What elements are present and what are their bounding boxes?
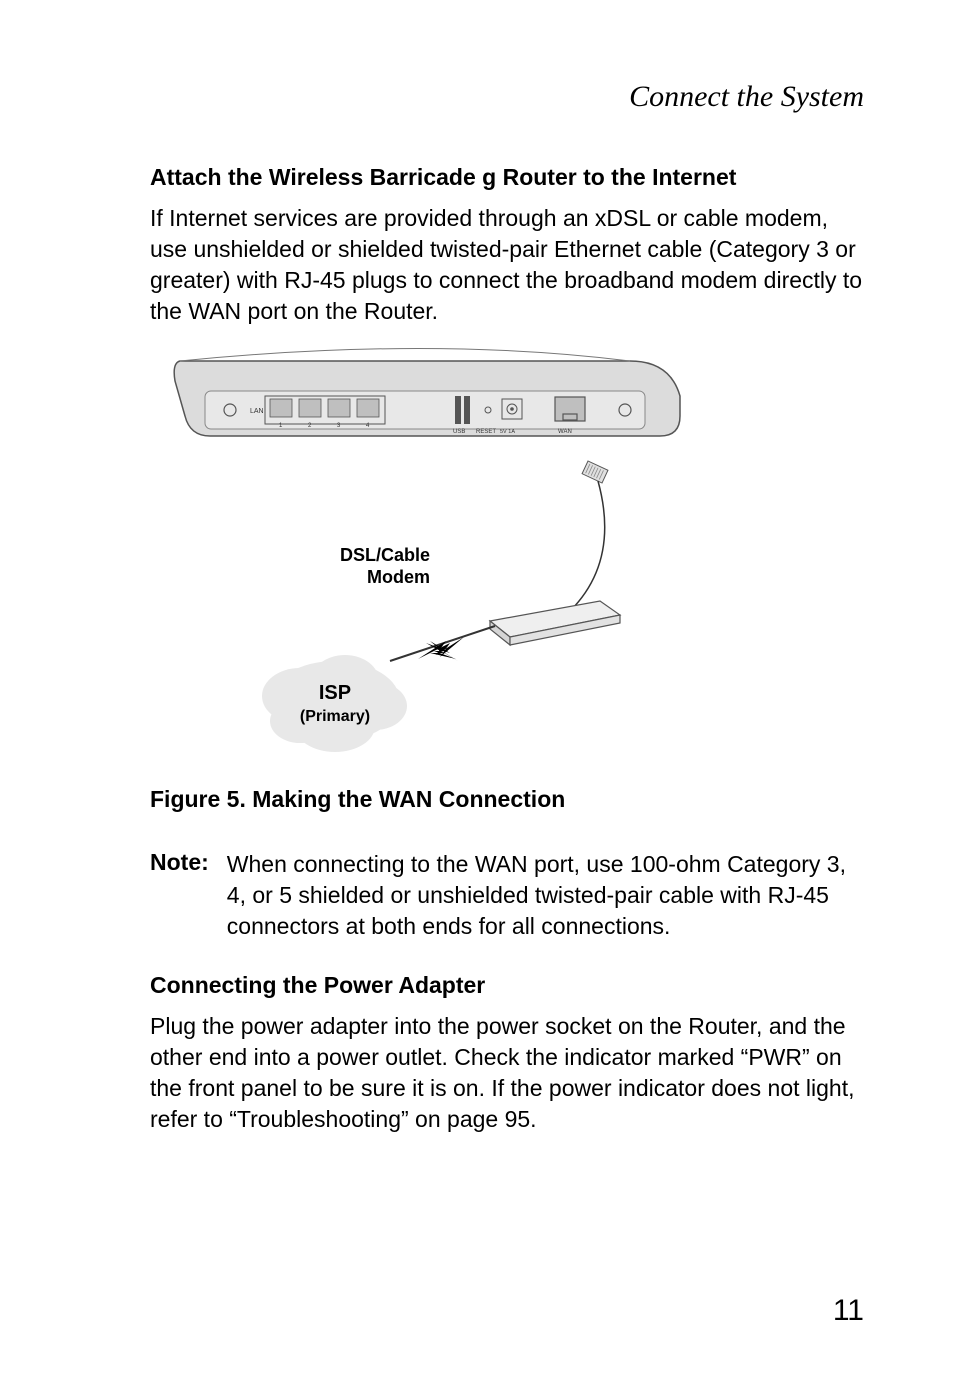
section2-body: Plug the power adapter into the power so… (150, 1011, 864, 1135)
figure-caption: Figure 5. Making the WAN Connection (150, 786, 864, 813)
isp-cloud-icon: ISP (Primary) (262, 655, 407, 752)
page: Connect the System Attach the Wireless B… (0, 0, 954, 1388)
note-block: Note: When connecting to the WAN port, u… (150, 849, 864, 942)
wan-connection-diagram: LAN 1 2 3 4 USB (150, 341, 710, 761)
page-number: 11 (833, 1294, 864, 1328)
router-lan-label: LAN (250, 408, 264, 415)
section1-body: If Internet services are provided throug… (150, 203, 864, 327)
router-usb-label: USB (453, 429, 465, 435)
note-label: Note: (150, 849, 209, 942)
section1-heading: Attach the Wireless Barricade g Router t… (150, 164, 864, 191)
modem-label: Modem (367, 567, 430, 587)
router-volt-label: 5V 1A (500, 429, 515, 435)
router-wan-label: WAN (558, 429, 572, 435)
ethernet-cable-icon (570, 461, 608, 611)
running-header: Connect the System (150, 80, 864, 114)
dsl-cable-label: DSL/Cable (340, 545, 430, 565)
note-body: When connecting to the WAN port, use 100… (227, 849, 864, 942)
modem-icon (490, 601, 620, 645)
figure-5: LAN 1 2 3 4 USB (150, 341, 864, 766)
router-icon: LAN 1 2 3 4 USB (174, 349, 680, 437)
isp-primary-label: (Primary) (300, 708, 370, 725)
link-lightning-icon (390, 626, 495, 661)
router-reset-label: RESET (476, 429, 496, 435)
section2-heading: Connecting the Power Adapter (150, 972, 864, 999)
isp-label: ISP (319, 682, 351, 704)
